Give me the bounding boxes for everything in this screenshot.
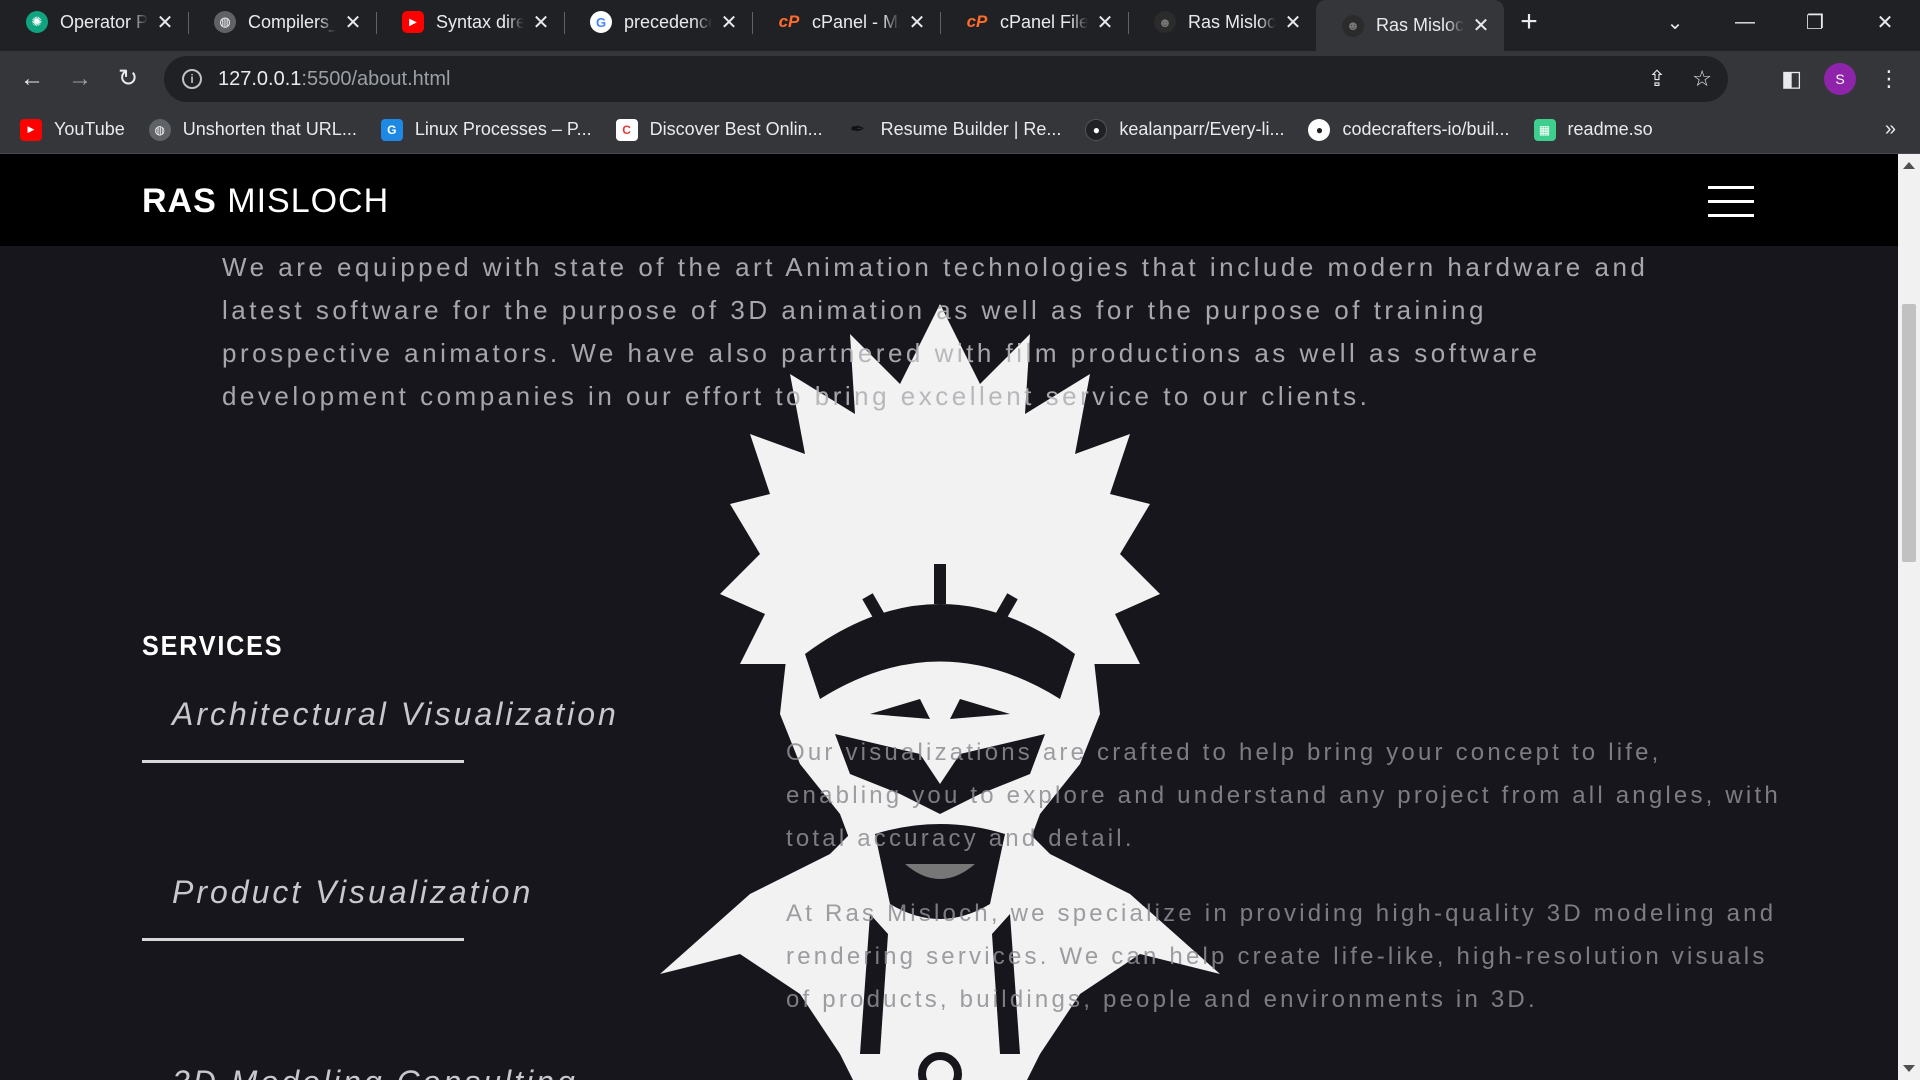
browser-tab[interactable]: ☻ Ras Misloch ✕	[1128, 0, 1316, 44]
bookmark-item[interactable]: ▦ readme.so	[1533, 118, 1653, 141]
close-tab-icon[interactable]: ✕	[1094, 10, 1116, 35]
new-tab-button[interactable]: +	[1504, 5, 1554, 39]
hamburger-menu-icon[interactable]	[1708, 186, 1754, 218]
more-bookmarks-icon[interactable]: »	[1885, 118, 1896, 141]
browser-tab[interactable]: cP cPanel File ✕	[940, 0, 1128, 44]
tab-title: cPanel - Ma	[812, 11, 900, 32]
browser-toolbar: ← → ↻ i 127.0.0.1:5500/about.html ⇪ ☆ ◧ …	[0, 51, 1920, 106]
globe-icon: ◍	[214, 11, 236, 33]
globe-icon: ◍	[148, 118, 171, 141]
browser-tab[interactable]: ✺ Operator Pr ✕	[0, 0, 188, 44]
bookmark-item[interactable]: ● codecrafters-io/buil...	[1308, 118, 1510, 141]
tab-search-icon[interactable]: ⌄	[1640, 10, 1710, 35]
browser-tab[interactable]: ◍ Compilers_I ✕	[188, 0, 376, 44]
side-panel-icon[interactable]: ◧	[1781, 66, 1802, 92]
bookmark-item[interactable]: ● kealanparr/Every-li...	[1085, 118, 1284, 141]
back-icon[interactable]: ←	[8, 65, 56, 93]
browser-tab[interactable]: cP cPanel - Ma ✕	[752, 0, 940, 44]
window-controls: ⌄ — ❐ ✕	[1640, 0, 1920, 44]
close-tab-icon[interactable]: ✕	[1470, 13, 1492, 38]
feather-icon: ✒	[850, 119, 866, 139]
tab-title: Compilers_I	[248, 11, 336, 32]
site-info-icon[interactable]: i	[182, 69, 202, 89]
service-description: At Ras Misloch, we specialize in providi…	[786, 900, 1777, 1013]
tab-title: precedence	[624, 11, 712, 32]
google-icon: G	[590, 11, 612, 33]
scrollbar-thumb[interactable]	[1902, 304, 1916, 562]
mascot-icon: ☻	[1154, 11, 1176, 33]
close-tab-icon[interactable]: ✕	[342, 10, 364, 35]
tab-title: Operator Pr	[60, 11, 148, 32]
bookmark-item[interactable]: G Linux Processes – P...	[380, 118, 592, 141]
close-tab-icon[interactable]: ✕	[530, 10, 552, 35]
github-icon: ●	[1308, 118, 1331, 141]
site-logo[interactable]: RAS MISLOCH	[142, 182, 389, 221]
bookmark-item[interactable]: ◍ Unshorten that URL...	[148, 118, 357, 141]
site-header: RAS MISLOCH	[0, 154, 1898, 246]
close-tab-icon[interactable]: ✕	[906, 10, 928, 35]
minimize-icon[interactable]: —	[1710, 11, 1780, 34]
reload-icon[interactable]: ↻	[104, 64, 152, 93]
linux-icon: G	[380, 118, 403, 141]
readme-icon: ▦	[1533, 118, 1556, 141]
url-text[interactable]: 127.0.0.1:5500/about.html	[218, 68, 450, 91]
share-icon[interactable]: ⇪	[1648, 66, 1666, 92]
service-underline	[142, 760, 464, 763]
mascot-icon: ☻	[1342, 14, 1364, 37]
github-icon: ●	[1085, 118, 1108, 141]
tab-title: Ras Misloch	[1376, 15, 1464, 35]
service-description: Our visualizations are crafted to help b…	[786, 739, 1781, 852]
close-tab-icon[interactable]: ✕	[154, 10, 176, 35]
copyleaks-icon: C	[615, 118, 638, 141]
bookmarks-bar: ▶ YouTube ◍ Unshorten that URL... G Linux P…	[0, 106, 1920, 154]
scroll-up-icon[interactable]	[1903, 162, 1915, 169]
openai-icon: ✺	[26, 11, 48, 33]
profile-avatar[interactable]: S	[1824, 62, 1856, 95]
restore-icon[interactable]: ❐	[1780, 10, 1850, 35]
about-paragraph: We are equipped with state of the art An…	[222, 252, 1649, 411]
address-bar[interactable]: i 127.0.0.1:5500/about.html ⇪ ☆	[164, 56, 1728, 102]
bookmark-item[interactable]: ▶ YouTube	[20, 118, 125, 141]
close-window-icon[interactable]: ✕	[1850, 10, 1920, 35]
bookmark-item[interactable]: ✒ Resume Builder | Re...	[847, 119, 1061, 141]
browser-tab[interactable]: G precedence ✕	[564, 0, 752, 44]
tab-title: cPanel File	[1000, 11, 1088, 32]
scroll-down-icon[interactable]	[1903, 1065, 1915, 1072]
browser-tab[interactable]: ▶ Syntax direc ✕	[376, 0, 564, 44]
service-name-partial[interactable]: 3D Modeling Consulting	[172, 1064, 578, 1080]
page-scrollbar[interactable]	[1898, 154, 1920, 1080]
browser-tab-active[interactable]: ☻ Ras Misloch ✕	[1316, 0, 1504, 51]
service-underline	[142, 938, 464, 941]
tab-title: Ras Misloch	[1188, 11, 1276, 32]
youtube-icon: ▶	[20, 118, 42, 141]
tab-title: Syntax direc	[436, 11, 524, 32]
close-tab-icon[interactable]: ✕	[1282, 10, 1304, 35]
forward-icon[interactable]: →	[56, 65, 104, 93]
services-heading: SERVICES	[142, 630, 284, 661]
youtube-icon: ▶	[402, 11, 424, 33]
close-tab-icon[interactable]: ✕	[718, 10, 740, 35]
service-name[interactable]: Product Visualization	[172, 874, 533, 911]
cpanel-icon: cP	[778, 12, 800, 31]
bookmark-star-icon[interactable]: ☆	[1692, 66, 1712, 92]
menu-kebab-icon[interactable]: ⋮	[1878, 66, 1900, 92]
service-name[interactable]: Architectural Visualization	[172, 696, 619, 733]
tab-strip: ✺ Operator Pr ✕ ◍ Compilers_I ✕ ▶ Syntax…	[0, 0, 1920, 51]
bookmark-item[interactable]: C Discover Best Onlin...	[615, 118, 823, 141]
cpanel-icon: cP	[966, 12, 988, 31]
page-viewport: RAS MISLOCH We are equipped with state o…	[0, 154, 1898, 1080]
